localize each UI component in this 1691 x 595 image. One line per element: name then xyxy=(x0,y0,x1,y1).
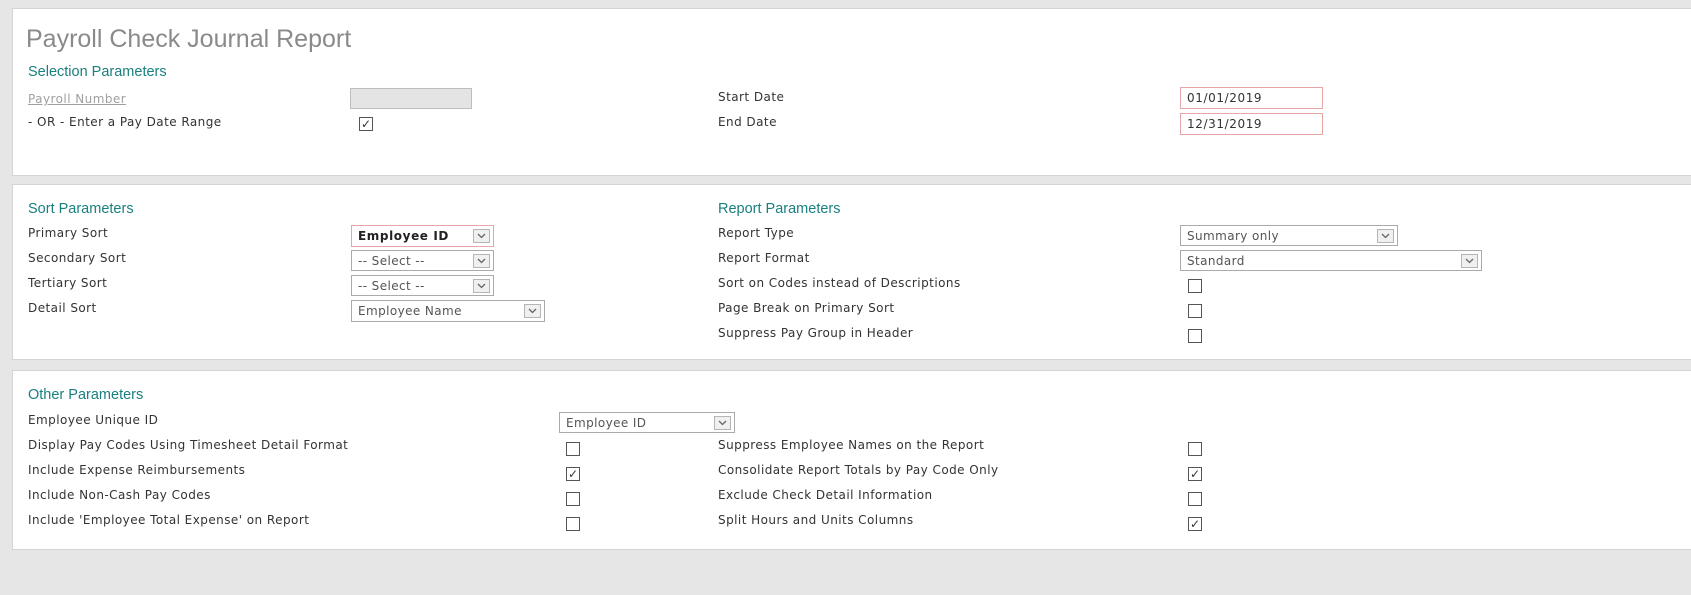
start-date-input[interactable]: 01/01/2019 xyxy=(1180,87,1323,109)
display-pay-codes-label: Display Pay Codes Using Timesheet Detail… xyxy=(28,438,349,452)
other-parameters-panel: Other Parameters Employee Unique ID Empl… xyxy=(12,370,1691,550)
selection-parameters-panel: Payroll Check Journal Report Selection P… xyxy=(12,8,1691,176)
include-total-expense-label: Include 'Employee Total Expense' on Repo… xyxy=(28,513,310,527)
pay-date-range-checkbox[interactable] xyxy=(359,117,373,131)
consolidate-totals-label: Consolidate Report Totals by Pay Code On… xyxy=(718,463,999,477)
chevron-down-icon xyxy=(473,254,490,268)
payroll-number-input xyxy=(350,88,472,109)
detail-sort-select[interactable]: Employee Name xyxy=(351,300,545,322)
selection-parameters-heading: Selection Parameters xyxy=(28,64,167,80)
include-total-expense-checkbox[interactable] xyxy=(566,517,580,531)
tertiary-sort-label: Tertiary Sort xyxy=(28,276,108,290)
split-hours-units-label: Split Hours and Units Columns xyxy=(718,513,914,527)
page-title: Payroll Check Journal Report xyxy=(26,25,352,53)
primary-sort-label: Primary Sort xyxy=(28,226,109,240)
page-break-checkbox[interactable] xyxy=(1188,304,1202,318)
employee-unique-id-value: Employee ID xyxy=(566,416,647,430)
detail-sort-value: Employee Name xyxy=(358,304,462,318)
suppress-names-label: Suppress Employee Names on the Report xyxy=(718,438,985,452)
report-format-label: Report Format xyxy=(718,251,810,265)
include-non-cash-label: Include Non-Cash Pay Codes xyxy=(28,488,211,502)
exclude-check-detail-label: Exclude Check Detail Information xyxy=(718,488,933,502)
report-type-value: Summary only xyxy=(1187,229,1279,243)
sort-on-codes-checkbox[interactable] xyxy=(1188,279,1202,293)
chevron-down-icon xyxy=(714,416,731,430)
report-parameters-heading: Report Parameters xyxy=(718,201,841,217)
chevron-down-icon xyxy=(524,304,541,318)
chevron-down-icon xyxy=(473,229,490,243)
primary-sort-value: Employee ID xyxy=(358,229,449,243)
sort-report-parameters-panel: Sort Parameters Primary Sort Employee ID… xyxy=(12,184,1691,360)
exclude-check-detail-checkbox[interactable] xyxy=(1188,492,1202,506)
end-date-input[interactable]: 12/31/2019 xyxy=(1180,113,1323,135)
sort-parameters-heading: Sort Parameters xyxy=(28,201,134,217)
include-non-cash-checkbox[interactable] xyxy=(566,492,580,506)
primary-sort-select[interactable]: Employee ID xyxy=(351,225,494,247)
tertiary-sort-value: -- Select -- xyxy=(358,279,425,293)
chevron-down-icon xyxy=(1377,229,1394,243)
employee-unique-id-select[interactable]: Employee ID xyxy=(559,412,735,433)
secondary-sort-value: -- Select -- xyxy=(358,254,425,268)
display-pay-codes-checkbox[interactable] xyxy=(566,442,580,456)
report-type-label: Report Type xyxy=(718,226,795,240)
consolidate-totals-checkbox[interactable] xyxy=(1188,467,1202,481)
page-break-label: Page Break on Primary Sort xyxy=(718,301,895,315)
include-expense-label: Include Expense Reimbursements xyxy=(28,463,246,477)
end-date-label: End Date xyxy=(718,115,777,129)
sort-on-codes-label: Sort on Codes instead of Descriptions xyxy=(718,276,961,290)
secondary-sort-label: Secondary Sort xyxy=(28,251,127,265)
split-hours-units-checkbox[interactable] xyxy=(1188,517,1202,531)
secondary-sort-select[interactable]: -- Select -- xyxy=(351,250,494,271)
suppress-names-checkbox[interactable] xyxy=(1188,442,1202,456)
detail-sort-label: Detail Sort xyxy=(28,301,97,315)
suppress-pay-group-label: Suppress Pay Group in Header xyxy=(718,326,914,340)
tertiary-sort-select[interactable]: -- Select -- xyxy=(351,275,494,296)
start-date-label: Start Date xyxy=(718,90,785,104)
payroll-number-link[interactable]: Payroll Number xyxy=(28,92,126,106)
chevron-down-icon xyxy=(473,279,490,293)
other-parameters-heading: Other Parameters xyxy=(28,387,144,403)
include-expense-checkbox[interactable] xyxy=(566,467,580,481)
chevron-down-icon xyxy=(1461,254,1478,268)
report-format-select[interactable]: Standard xyxy=(1180,250,1482,271)
employee-unique-id-label: Employee Unique ID xyxy=(28,413,159,427)
report-type-select[interactable]: Summary only xyxy=(1180,225,1398,246)
pay-date-range-label: - OR - Enter a Pay Date Range xyxy=(28,115,222,129)
suppress-pay-group-checkbox[interactable] xyxy=(1188,329,1202,343)
report-format-value: Standard xyxy=(1187,254,1245,268)
